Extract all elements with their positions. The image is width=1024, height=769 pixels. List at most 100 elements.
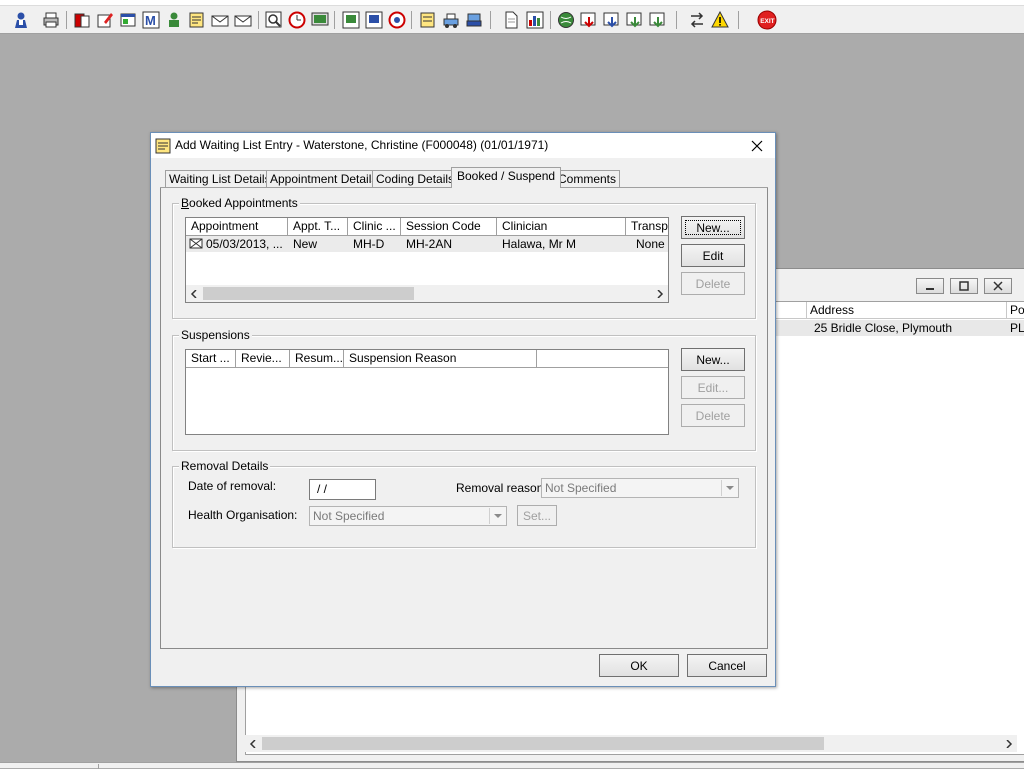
- scrollbar-thumb[interactable]: [203, 287, 414, 300]
- scroll-left-icon[interactable]: [186, 286, 202, 301]
- chart-icon[interactable]: [363, 10, 385, 30]
- print-icon[interactable]: [40, 10, 62, 30]
- arrow-down-icon[interactable]: [601, 10, 623, 30]
- appointment-cell: 05/03/2013, ...: [206, 237, 283, 251]
- toolbar-separator: [738, 11, 739, 29]
- column-header-clinician[interactable]: Clinician: [497, 218, 626, 236]
- suspension-edit-button[interactable]: Edit...: [681, 376, 745, 399]
- ok-button[interactable]: OK: [599, 654, 679, 677]
- column-header-resume[interactable]: Resum...: [290, 350, 344, 368]
- letter-m-icon[interactable]: M: [140, 10, 162, 30]
- scrollbar-thumb[interactable]: [262, 737, 824, 750]
- globe-icon[interactable]: [555, 10, 577, 30]
- dialog-titlebar[interactable]: Add Waiting List Entry - Waterstone, Chr…: [151, 133, 775, 158]
- magnify-icon[interactable]: [263, 10, 285, 30]
- tab-waiting-list-details[interactable]: Waiting List Details: [165, 170, 275, 188]
- removal-reason-label: Removal reason:: [456, 481, 547, 495]
- column-header-appointment[interactable]: Appointment: [186, 218, 288, 236]
- folder-icon[interactable]: [71, 10, 93, 30]
- dialog-title: Add Waiting List Entry - Waterstone, Chr…: [175, 138, 549, 152]
- session-code-cell: MH-2AN: [406, 237, 453, 251]
- health-organisation-select[interactable]: Not Specified: [309, 506, 507, 526]
- column-header-start[interactable]: Start ...: [186, 350, 236, 368]
- clock-icon[interactable]: [286, 10, 308, 30]
- horizontal-scrollbar[interactable]: [245, 735, 1017, 752]
- column-header-review[interactable]: Revie...: [236, 350, 290, 368]
- swap-icon[interactable]: [686, 10, 708, 30]
- arrow-down-icon[interactable]: [647, 10, 669, 30]
- tab-comments[interactable]: Comments: [554, 170, 621, 188]
- add-waiting-list-dialog: Add Waiting List Entry - Waterstone, Chr…: [150, 132, 776, 687]
- column-header-session-code[interactable]: Session Code: [401, 218, 497, 236]
- column-header-postcode[interactable]: Po: [1007, 302, 1024, 319]
- toolbar-separator: [676, 11, 677, 29]
- clinician-cell: Halawa, Mr M: [502, 237, 577, 251]
- column-header-blank[interactable]: [537, 350, 668, 368]
- column-header-appt-type[interactable]: Appt. T...: [288, 218, 348, 236]
- monitor-icon[interactable]: [309, 10, 331, 30]
- list-icon[interactable]: [417, 10, 439, 30]
- minimize-icon: [926, 288, 934, 290]
- bar-chart-icon[interactable]: [524, 10, 546, 30]
- booked-suspend-panel: Booked Appointments Appointment Appt. T.…: [160, 187, 768, 649]
- close-icon: [751, 140, 763, 152]
- tab-appointment-details[interactable]: Appointment Details: [266, 170, 382, 188]
- column-header-address[interactable]: Address: [807, 302, 1007, 319]
- removal-details-group: Removal Details Date of removal: / / Rem…: [172, 459, 756, 548]
- scroll-left-icon[interactable]: [245, 736, 261, 751]
- restore-icon: [959, 281, 969, 291]
- notes-icon[interactable]: [186, 10, 208, 30]
- health-organisation-value: Not Specified: [313, 509, 385, 523]
- removal-reason-select[interactable]: Not Specified: [541, 478, 739, 498]
- cancel-button[interactable]: Cancel: [687, 654, 767, 677]
- arrow-down-icon[interactable]: [624, 10, 646, 30]
- report-icon[interactable]: [340, 10, 362, 30]
- document-icon[interactable]: [500, 10, 522, 30]
- transfer-icon[interactable]: [440, 10, 462, 30]
- person-icon[interactable]: [163, 10, 185, 30]
- main-toolbar: M EXIT: [0, 6, 1024, 34]
- suspension-delete-button[interactable]: Delete: [681, 404, 745, 427]
- edit-icon[interactable]: [94, 10, 116, 30]
- maximize-button[interactable]: [950, 278, 978, 294]
- phone-icon[interactable]: [463, 10, 485, 30]
- removal-reason-value: Not Specified: [545, 481, 617, 495]
- postcode-cell: PL: [1008, 320, 1024, 336]
- booked-appointments-list[interactable]: Appointment Appt. T... Clinic ... Sessio…: [185, 217, 669, 303]
- user-icon[interactable]: [10, 10, 32, 30]
- suspensions-label: Suspensions: [179, 328, 252, 342]
- window-icon[interactable]: [117, 10, 139, 30]
- column-header-transport[interactable]: Transp: [626, 218, 668, 236]
- toolbar-separator: [490, 11, 491, 29]
- scroll-right-icon[interactable]: [1001, 736, 1017, 751]
- exit-label: EXIT: [760, 18, 774, 25]
- set-button[interactable]: Set...: [517, 505, 557, 526]
- date-of-removal-input[interactable]: / /: [309, 479, 376, 500]
- chevron-down-icon: [489, 508, 505, 524]
- tab-coding-details[interactable]: Coding Details: [372, 170, 459, 188]
- column-header-clinic[interactable]: Clinic ...: [348, 218, 401, 236]
- tab-booked-suspend[interactable]: Booked / Suspend: [451, 167, 562, 188]
- close-button[interactable]: [984, 278, 1012, 294]
- minimize-button[interactable]: [916, 278, 944, 294]
- warning-icon[interactable]: [709, 10, 731, 30]
- suspension-new-button[interactable]: New...: [681, 348, 745, 371]
- exit-icon[interactable]: EXIT: [756, 10, 778, 30]
- booked-edit-button[interactable]: Edit: [681, 244, 745, 267]
- column-header-suspension-reason[interactable]: Suspension Reason: [344, 350, 537, 368]
- scroll-right-icon[interactable]: [652, 286, 668, 301]
- envelope-icon[interactable]: [209, 10, 231, 30]
- dialog-close-button[interactable]: [747, 136, 767, 156]
- booked-delete-button[interactable]: Delete: [681, 272, 745, 295]
- booked-list-scrollbar[interactable]: [186, 285, 668, 302]
- suspensions-group: Suspensions Start ... Revie... Resum... …: [172, 328, 756, 451]
- booked-new-button[interactable]: New...: [681, 216, 745, 239]
- booked-appointments-group: Booked Appointments Appointment Appt. T.…: [172, 196, 756, 319]
- address-cell: 25 Bridle Close, Plymouth: [810, 320, 1008, 336]
- disc-icon[interactable]: [386, 10, 408, 30]
- arrow-down-icon[interactable]: [578, 10, 600, 30]
- envelope-icon[interactable]: [232, 10, 254, 30]
- suspensions-list[interactable]: Start ... Revie... Resum... Suspension R…: [185, 349, 669, 435]
- booked-appointments-text: ooked Appointments: [189, 196, 298, 210]
- table-row[interactable]: 05/03/2013, ... New MH-D MH-2AN Halawa, …: [186, 236, 668, 252]
